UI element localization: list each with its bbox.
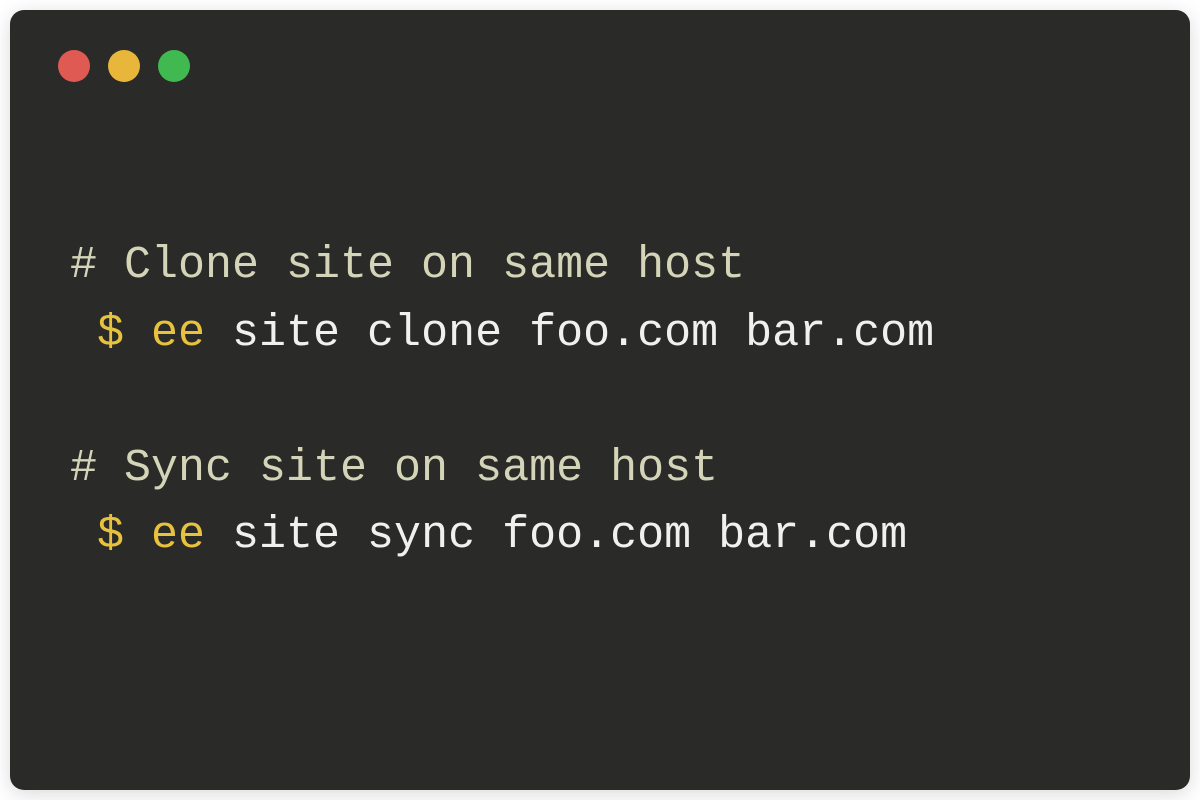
command-line: $ ee site clone foo.com bar.com [70,300,1130,368]
command-args: site sync foo.com bar.com [205,510,907,561]
close-icon[interactable] [58,50,90,82]
terminal-body: # Clone site on same host $ ee site clon… [10,82,1190,570]
maximize-icon[interactable] [158,50,190,82]
command-name: ee [151,308,205,359]
comment-text: # Clone site on same host [70,240,745,291]
titlebar [10,10,1190,82]
command-name: ee [151,510,205,561]
comment-line: # Clone site on same host [70,232,1130,300]
command-args: site clone foo.com bar.com [205,308,934,359]
prompt-symbol: $ [70,308,151,359]
comment-text: # Sync site on same host [70,443,718,494]
terminal-window: # Clone site on same host $ ee site clon… [10,10,1190,790]
minimize-icon[interactable] [108,50,140,82]
blank-line [70,367,1130,435]
command-line: $ ee site sync foo.com bar.com [70,502,1130,570]
prompt-symbol: $ [70,510,151,561]
comment-line: # Sync site on same host [70,435,1130,503]
